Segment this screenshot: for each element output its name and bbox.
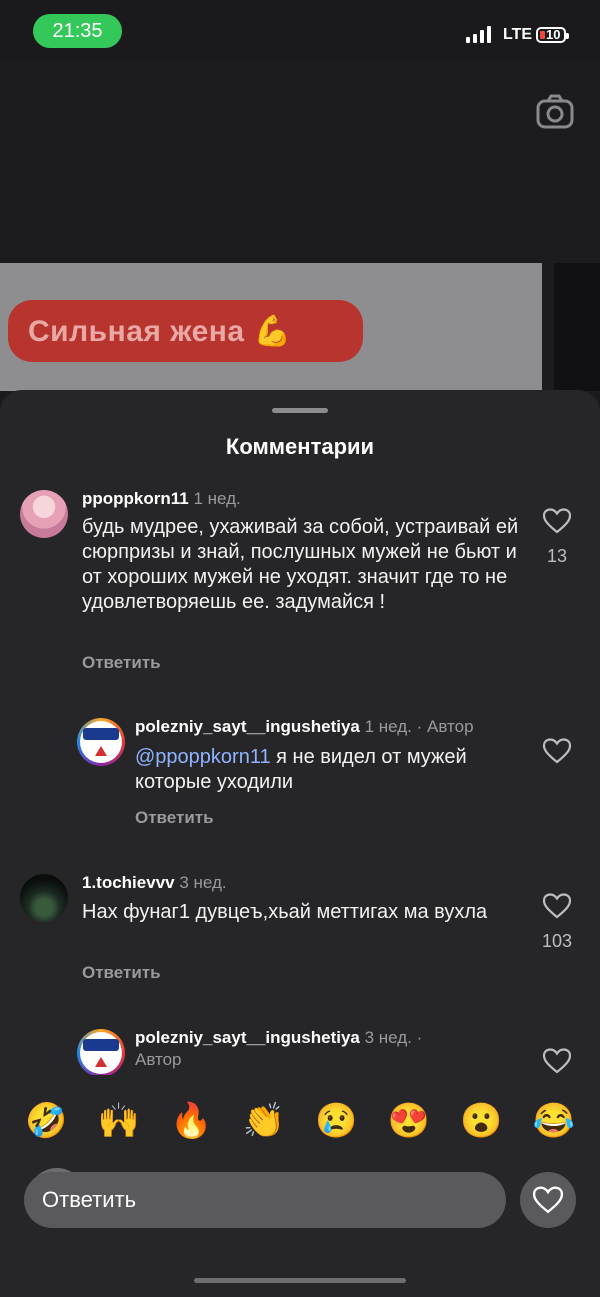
camera-icon[interactable]	[535, 92, 575, 132]
comment-username[interactable]: ppoppkorn11	[82, 489, 189, 508]
comment-age: 3 нед. ·	[364, 1028, 423, 1047]
reply-button[interactable]: Ответить	[82, 653, 161, 673]
reply-button[interactable]: Ответить	[135, 808, 214, 828]
emoji-rofl[interactable]: 🤣	[20, 1095, 72, 1147]
comment-header: polezniy_sayt__ingushetiya 3 нед. ·	[135, 1028, 422, 1048]
avatar[interactable]	[20, 490, 68, 538]
comment-username[interactable]: polezniy_sayt__ingushetiya	[135, 717, 360, 736]
comment-text: @ppoppkorn11 я не видел от мужей которые…	[135, 745, 515, 795]
video-side-strip	[554, 263, 600, 391]
sheet-title: Комментарии	[225, 434, 375, 459]
battery-level: 10	[546, 27, 561, 42]
comment-text: будь мудрее, ухаживай за собой, устраива…	[82, 516, 519, 613]
mention-link[interactable]: @ppoppkorn11	[135, 746, 271, 768]
emoji-cry[interactable]: 😢	[310, 1095, 362, 1147]
status-time[interactable]: 21:35	[33, 14, 122, 48]
battery-icon: 10	[536, 27, 569, 43]
list-divider	[0, 1075, 600, 1081]
emoji-joy[interactable]: 😂	[528, 1095, 580, 1147]
network-label: LTE	[503, 26, 533, 43]
author-avatar[interactable]	[77, 1029, 125, 1077]
emoji-fire[interactable]: 🔥	[165, 1095, 217, 1147]
comment-header: polezniy_sayt__ingushetiya 1 нед. · Авто…	[135, 717, 474, 737]
reply-input[interactable]: Ответить	[24, 1172, 506, 1228]
comment-username[interactable]: polezniy_sayt__ingushetiya	[135, 1028, 360, 1047]
comment-username[interactable]: 1.tochievvv	[82, 873, 175, 892]
comment-header: 1.tochievvv 3 нед.	[82, 873, 227, 893]
like-count: 13	[546, 546, 568, 566]
author-tag: Автор	[135, 1050, 182, 1069]
author-tag: · Автор	[416, 717, 474, 736]
emoji-heart-eyes[interactable]: 😍	[383, 1095, 435, 1147]
emoji-raised-hands[interactable]: 🙌	[93, 1095, 145, 1147]
emoji-surprised[interactable]: 😮	[455, 1095, 507, 1147]
emoji-reaction-bar: 🤣 🙌 🔥 👏 😢 😍 😮 😂	[0, 1095, 600, 1147]
author-avatar[interactable]	[77, 718, 125, 766]
heart-icon[interactable]	[542, 508, 572, 534]
reply-button[interactable]: Ответить	[82, 963, 161, 983]
heart-icon[interactable]	[542, 738, 572, 764]
emoji-clap[interactable]: 👏	[238, 1095, 290, 1147]
comment-age: 3 нед.	[179, 873, 227, 892]
status-bar: 21:35 LTE 10	[0, 0, 600, 62]
like-count: 103	[541, 931, 573, 951]
comment-text: Нах фунаг1 дувцеъ,хьай меттигах ма вухла	[82, 901, 488, 923]
signal-icon	[466, 26, 491, 43]
video-banner: Сильная жена 💪	[8, 300, 363, 362]
sheet-grabber[interactable]	[272, 408, 328, 413]
heart-icon[interactable]	[542, 893, 572, 919]
avatar[interactable]	[20, 874, 68, 922]
reply-bar: Ответить	[0, 1160, 600, 1240]
heart-icon[interactable]	[542, 1048, 572, 1074]
heart-icon[interactable]	[520, 1172, 576, 1228]
comment-age: 1 нед.	[193, 489, 241, 508]
comment-header: ppoppkorn11 1 нед.	[82, 489, 241, 509]
home-indicator[interactable]	[194, 1278, 406, 1283]
comment-age: 1 нед.	[364, 717, 412, 736]
